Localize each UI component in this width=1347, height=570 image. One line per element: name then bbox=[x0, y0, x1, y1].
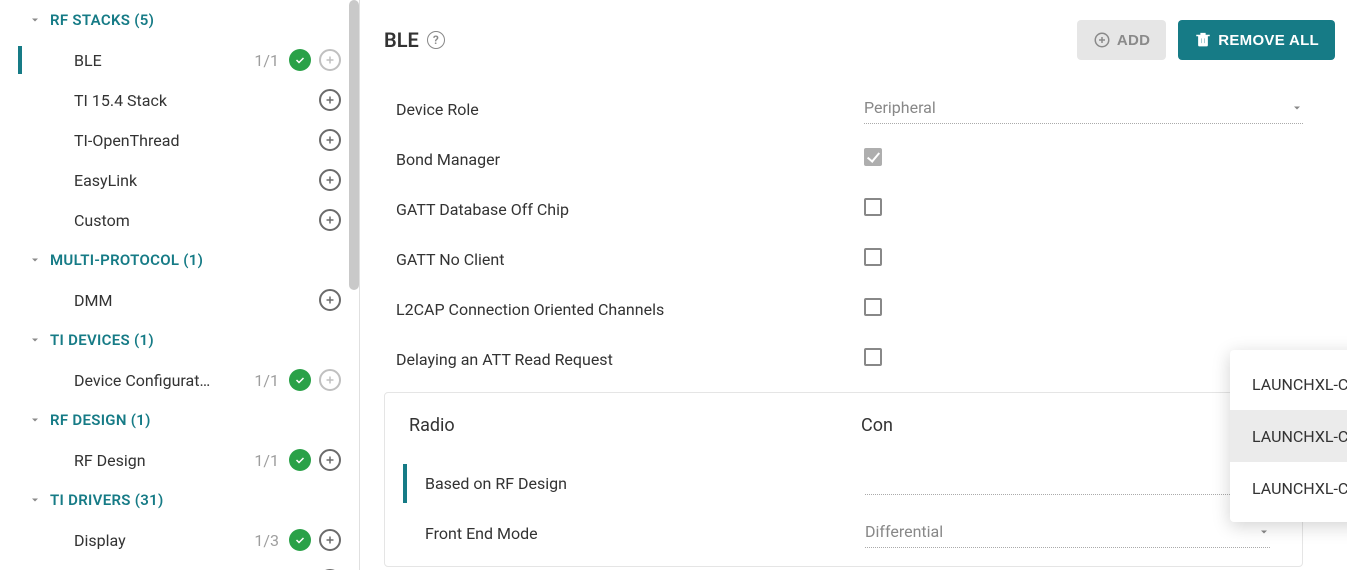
form-label: Delaying an ATT Read Request bbox=[384, 350, 864, 369]
add-item-icon[interactable] bbox=[319, 449, 341, 471]
remove-button-label: REMOVE ALL bbox=[1218, 32, 1319, 49]
check-icon bbox=[289, 529, 311, 551]
title-text: BLE bbox=[384, 28, 419, 52]
main-panel: BLE ? ADD REMOVE ALL Device RolePeripher… bbox=[360, 0, 1347, 570]
radio-section: Radio Con Based on RF Design Front End Mo… bbox=[384, 392, 1303, 567]
category-label: RF DESIGN (1) bbox=[50, 411, 151, 429]
add-item-icon bbox=[319, 49, 341, 71]
add-item-icon[interactable] bbox=[319, 209, 341, 231]
chevron-down-icon bbox=[26, 14, 44, 26]
category-label: MULTI-PROTOCOL (1) bbox=[50, 251, 203, 269]
sidebar-item-label: BLE bbox=[74, 51, 254, 70]
add-item-icon bbox=[319, 369, 341, 391]
checkbox-bond manager bbox=[864, 148, 882, 166]
form-row: GATT Database Off Chip bbox=[384, 184, 1335, 234]
sidebar-item-count: 1/1 bbox=[254, 51, 279, 70]
sidebar-item[interactable]: Display1/3 bbox=[0, 520, 359, 560]
remove-all-button[interactable]: REMOVE ALL bbox=[1178, 20, 1335, 60]
select-value: Differential bbox=[865, 522, 943, 541]
sidebar-item-label: Custom bbox=[74, 211, 319, 230]
section-row: Front End ModeDifferential bbox=[385, 508, 1302, 558]
checkbox-delaying an att read request[interactable] bbox=[864, 348, 882, 366]
category-label: RF STACKS (5) bbox=[50, 11, 154, 29]
trash-icon bbox=[1194, 31, 1212, 49]
help-icon[interactable]: ? bbox=[427, 31, 445, 49]
sidebar-item-count: 1/3 bbox=[254, 531, 279, 550]
sidebar-item[interactable]: EasyLink bbox=[0, 160, 359, 200]
add-item-icon[interactable] bbox=[319, 129, 341, 151]
form-label: Front End Mode bbox=[403, 524, 865, 543]
section-title-left: Radio bbox=[409, 415, 861, 436]
sidebar-item-label: EasyLink bbox=[74, 171, 319, 190]
sidebar-item[interactable]: BLE1/1 bbox=[0, 40, 359, 80]
section-row: Based on RF Design bbox=[385, 458, 1302, 508]
sidebar-item-label: TI 15.4 Stack bbox=[74, 91, 319, 110]
select-front end mode[interactable]: Differential bbox=[865, 518, 1270, 548]
form-row: Delaying an ATT Read Request bbox=[384, 334, 1335, 384]
sidebar: RF STACKS (5)BLE1/1TI 15.4 StackTI-OpenT… bbox=[0, 0, 360, 570]
sidebar-item-label: DMM bbox=[74, 291, 319, 310]
sidebar-item[interactable]: TI 15.4 Stack bbox=[0, 80, 359, 120]
dropdown-option[interactable]: LAUNCHXL-CC1352P-2 bbox=[1230, 410, 1347, 462]
checkbox-gatt database off chip[interactable] bbox=[864, 198, 882, 216]
sidebar-item-count: 1/1 bbox=[254, 371, 279, 390]
form-row: L2CAP Connection Oriented Channels bbox=[384, 284, 1335, 334]
sidebar-item[interactable]: ADC bbox=[0, 560, 359, 570]
form-row: Bond Manager bbox=[384, 134, 1335, 184]
sidebar-item[interactable]: Device Configurat…1/1 bbox=[0, 360, 359, 400]
check-icon bbox=[289, 449, 311, 471]
add-item-icon[interactable] bbox=[319, 529, 341, 551]
sidebar-item-label: Device Configurat… bbox=[74, 371, 254, 390]
form-row: Device RolePeripheral bbox=[384, 84, 1335, 134]
check-icon bbox=[289, 369, 311, 391]
sidebar-category[interactable]: TI DRIVERS (31) bbox=[0, 480, 359, 520]
chevron-down-icon bbox=[26, 334, 44, 346]
select-device role[interactable]: Peripheral bbox=[864, 94, 1303, 124]
form-label: Based on RF Design bbox=[403, 474, 865, 493]
sidebar-item[interactable]: Custom bbox=[0, 200, 359, 240]
check-icon bbox=[289, 49, 311, 71]
sidebar-item-label: TI-OpenThread bbox=[74, 131, 319, 150]
category-label: TI DRIVERS (31) bbox=[50, 491, 164, 509]
select-value: Peripheral bbox=[864, 98, 936, 117]
sidebar-item[interactable]: TI-OpenThread bbox=[0, 120, 359, 160]
plus-circle-icon bbox=[1093, 31, 1111, 49]
sidebar-item-count: 1/1 bbox=[254, 451, 279, 470]
sidebar-item[interactable]: RF Design1/1 bbox=[0, 440, 359, 480]
scrollbar-track bbox=[349, 0, 359, 570]
add-button: ADD bbox=[1077, 20, 1166, 60]
form-label: GATT No Client bbox=[384, 250, 864, 269]
page-title: BLE ? bbox=[384, 28, 445, 52]
form-label: Device Role bbox=[384, 100, 864, 119]
add-item-icon[interactable] bbox=[319, 89, 341, 111]
sidebar-category[interactable]: RF STACKS (5) bbox=[0, 0, 359, 40]
select-based on rf design[interactable] bbox=[865, 472, 1270, 495]
checkbox-gatt no client[interactable] bbox=[864, 248, 882, 266]
dropdown-option[interactable]: LAUNCHXL-CC1352P1 bbox=[1230, 358, 1347, 410]
form-label: Bond Manager bbox=[384, 150, 864, 169]
section-title-right: Con bbox=[861, 415, 1278, 436]
sidebar-item-label: RF Design bbox=[74, 451, 254, 470]
chevron-down-icon bbox=[26, 414, 44, 426]
rf-design-dropdown[interactable]: LAUNCHXL-CC1352P1LAUNCHXL-CC1352P-2LAUNC… bbox=[1230, 350, 1347, 522]
form-label: GATT Database Off Chip bbox=[384, 200, 864, 219]
sidebar-item[interactable]: DMM bbox=[0, 280, 359, 320]
chevron-down-icon bbox=[26, 254, 44, 266]
chevron-down-icon bbox=[26, 494, 44, 506]
form-row: GATT No Client bbox=[384, 234, 1335, 284]
add-item-icon[interactable] bbox=[319, 289, 341, 311]
sidebar-category[interactable]: RF DESIGN (1) bbox=[0, 400, 359, 440]
dropdown-option[interactable]: LAUNCHXL-CC1352P-4 bbox=[1230, 462, 1347, 514]
category-label: TI DEVICES (1) bbox=[50, 331, 154, 349]
sidebar-item-label: Display bbox=[74, 531, 254, 550]
sidebar-category[interactable]: MULTI-PROTOCOL (1) bbox=[0, 240, 359, 280]
checkbox-l2cap connection oriented channels[interactable] bbox=[864, 298, 882, 316]
add-item-icon[interactable] bbox=[319, 169, 341, 191]
scrollbar-thumb[interactable] bbox=[349, 0, 359, 290]
form-label: L2CAP Connection Oriented Channels bbox=[384, 300, 864, 319]
add-button-label: ADD bbox=[1117, 32, 1150, 49]
sidebar-category[interactable]: TI DEVICES (1) bbox=[0, 320, 359, 360]
